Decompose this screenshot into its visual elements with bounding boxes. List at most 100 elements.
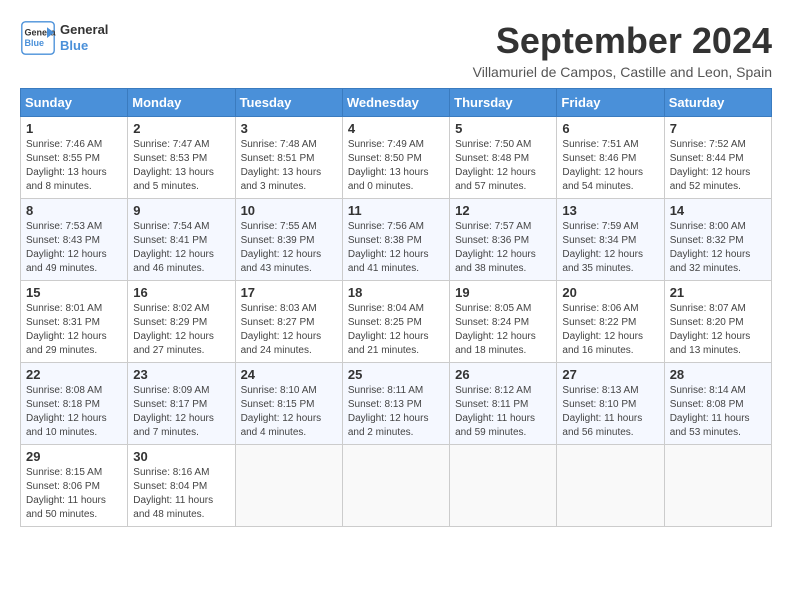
table-row [664, 445, 771, 527]
day-info: Sunrise: 8:16 AM Sunset: 8:04 PM Dayligh… [133, 466, 229, 522]
day-info: Sunrise: 7:50 AM Sunset: 8:48 PM Dayligh… [455, 138, 551, 194]
table-row [450, 445, 557, 527]
logo: General Blue General Blue [20, 20, 108, 56]
day-number: 25 [348, 367, 444, 382]
day-info: Sunrise: 7:52 AM Sunset: 8:44 PM Dayligh… [670, 138, 766, 194]
table-row: 29 Sunrise: 8:15 AM Sunset: 8:06 PM Dayli… [21, 445, 128, 527]
day-number: 4 [348, 121, 444, 136]
calendar-header-row: SundayMondayTuesdayWednesdayThursdayFrid… [21, 89, 772, 117]
day-info: Sunrise: 8:14 AM Sunset: 8:08 PM Dayligh… [670, 384, 766, 440]
calendar-week-5: 29 Sunrise: 8:15 AM Sunset: 8:06 PM Dayli… [21, 445, 772, 527]
table-row: 23 Sunrise: 8:09 AM Sunset: 8:17 PM Dayli… [128, 363, 235, 445]
table-row: 28 Sunrise: 8:14 AM Sunset: 8:08 PM Dayli… [664, 363, 771, 445]
day-number: 27 [562, 367, 658, 382]
table-row: 4 Sunrise: 7:49 AM Sunset: 8:50 PM Daylig… [342, 117, 449, 199]
day-number: 26 [455, 367, 551, 382]
month-title: September 2024 [128, 20, 772, 62]
table-row: 27 Sunrise: 8:13 AM Sunset: 8:10 PM Dayli… [557, 363, 664, 445]
table-row: 30Sunrise: 8:16 AM Sunset: 8:04 PM Dayli… [128, 445, 235, 527]
table-row: 12 Sunrise: 7:57 AM Sunset: 8:36 PM Dayli… [450, 199, 557, 281]
calendar-week-1: 1Sunrise: 7:46 AM Sunset: 8:55 PM Daylig… [21, 117, 772, 199]
table-row: 16 Sunrise: 8:02 AM Sunset: 8:29 PM Dayli… [128, 281, 235, 363]
table-row: 5 Sunrise: 7:50 AM Sunset: 8:48 PM Daylig… [450, 117, 557, 199]
calendar-week-4: 22 Sunrise: 8:08 AM Sunset: 8:18 PM Dayli… [21, 363, 772, 445]
day-number: 8 [26, 203, 122, 218]
day-info: Sunrise: 7:49 AM Sunset: 8:50 PM Dayligh… [348, 138, 444, 194]
day-info: Sunrise: 8:13 AM Sunset: 8:10 PM Dayligh… [562, 384, 658, 440]
day-info: Sunrise: 8:02 AM Sunset: 8:29 PM Dayligh… [133, 302, 229, 358]
subtitle: Villamuriel de Campos, Castille and Leon… [128, 64, 772, 80]
day-number: 5 [455, 121, 551, 136]
day-number: 23 [133, 367, 229, 382]
table-row [235, 445, 342, 527]
column-header-thursday: Thursday [450, 89, 557, 117]
day-number: 6 [562, 121, 658, 136]
day-info: Sunrise: 7:55 AM Sunset: 8:39 PM Dayligh… [241, 220, 337, 276]
logo-text: General Blue [60, 22, 108, 53]
table-row: 25 Sunrise: 8:11 AM Sunset: 8:13 PM Dayli… [342, 363, 449, 445]
day-info: Sunrise: 7:54 AM Sunset: 8:41 PM Dayligh… [133, 220, 229, 276]
day-number: 13 [562, 203, 658, 218]
day-number: 29 [26, 449, 122, 464]
day-info: Sunrise: 8:06 AM Sunset: 8:22 PM Dayligh… [562, 302, 658, 358]
table-row: 26Sunrise: 8:12 AM Sunset: 8:11 PM Dayli… [450, 363, 557, 445]
table-row [557, 445, 664, 527]
day-number: 22 [26, 367, 122, 382]
day-number: 19 [455, 285, 551, 300]
table-row: 22 Sunrise: 8:08 AM Sunset: 8:18 PM Dayli… [21, 363, 128, 445]
day-number: 11 [348, 203, 444, 218]
table-row: 21Sunrise: 8:07 AM Sunset: 8:20 PM Dayli… [664, 281, 771, 363]
day-number: 2 [133, 121, 229, 136]
column-header-tuesday: Tuesday [235, 89, 342, 117]
column-header-monday: Monday [128, 89, 235, 117]
day-info: Sunrise: 8:08 AM Sunset: 8:18 PM Dayligh… [26, 384, 122, 440]
table-row: 17Sunrise: 8:03 AM Sunset: 8:27 PM Dayli… [235, 281, 342, 363]
title-area: September 2024 Villamuriel de Campos, Ca… [128, 20, 772, 80]
day-info: Sunrise: 7:59 AM Sunset: 8:34 PM Dayligh… [562, 220, 658, 276]
day-number: 12 [455, 203, 551, 218]
day-info: Sunrise: 8:15 AM Sunset: 8:06 PM Dayligh… [26, 466, 122, 522]
table-row: 20 Sunrise: 8:06 AM Sunset: 8:22 PM Dayli… [557, 281, 664, 363]
day-info: Sunrise: 8:04 AM Sunset: 8:25 PM Dayligh… [348, 302, 444, 358]
day-number: 15 [26, 285, 122, 300]
day-info: Sunrise: 8:11 AM Sunset: 8:13 PM Dayligh… [348, 384, 444, 440]
table-row: 15 Sunrise: 8:01 AM Sunset: 8:31 PM Dayli… [21, 281, 128, 363]
table-row: 2Sunrise: 7:47 AM Sunset: 8:53 PM Daylig… [128, 117, 235, 199]
day-info: Sunrise: 7:53 AM Sunset: 8:43 PM Dayligh… [26, 220, 122, 276]
column-header-saturday: Saturday [664, 89, 771, 117]
table-row: 7 Sunrise: 7:52 AM Sunset: 8:44 PM Daylig… [664, 117, 771, 199]
day-number: 20 [562, 285, 658, 300]
day-info: Sunrise: 8:00 AM Sunset: 8:32 PM Dayligh… [670, 220, 766, 276]
day-info: Sunrise: 8:05 AM Sunset: 8:24 PM Dayligh… [455, 302, 551, 358]
day-number: 21 [670, 285, 766, 300]
day-number: 9 [133, 203, 229, 218]
day-number: 7 [670, 121, 766, 136]
day-info: Sunrise: 8:01 AM Sunset: 8:31 PM Dayligh… [26, 302, 122, 358]
table-row: 19 Sunrise: 8:05 AM Sunset: 8:24 PM Dayli… [450, 281, 557, 363]
calendar-week-2: 8 Sunrise: 7:53 AM Sunset: 8:43 PM Daylig… [21, 199, 772, 281]
table-row: 18Sunrise: 8:04 AM Sunset: 8:25 PM Dayli… [342, 281, 449, 363]
day-number: 3 [241, 121, 337, 136]
header: General Blue General Blue September 2024… [20, 20, 772, 80]
day-number: 17 [241, 285, 337, 300]
day-info: Sunrise: 7:57 AM Sunset: 8:36 PM Dayligh… [455, 220, 551, 276]
calendar-week-3: 15 Sunrise: 8:01 AM Sunset: 8:31 PM Dayli… [21, 281, 772, 363]
day-info: Sunrise: 7:51 AM Sunset: 8:46 PM Dayligh… [562, 138, 658, 194]
table-row: 24 Sunrise: 8:10 AM Sunset: 8:15 PM Dayli… [235, 363, 342, 445]
day-number: 24 [241, 367, 337, 382]
table-row: 11 Sunrise: 7:56 AM Sunset: 8:38 PM Dayli… [342, 199, 449, 281]
day-number: 28 [670, 367, 766, 382]
day-info: Sunrise: 7:48 AM Sunset: 8:51 PM Dayligh… [241, 138, 337, 194]
svg-text:Blue: Blue [25, 38, 45, 48]
day-info: Sunrise: 8:10 AM Sunset: 8:15 PM Dayligh… [241, 384, 337, 440]
column-header-friday: Friday [557, 89, 664, 117]
day-number: 16 [133, 285, 229, 300]
day-number: 10 [241, 203, 337, 218]
table-row: 9 Sunrise: 7:54 AM Sunset: 8:41 PM Daylig… [128, 199, 235, 281]
table-row: 6 Sunrise: 7:51 AM Sunset: 8:46 PM Daylig… [557, 117, 664, 199]
table-row: 13 Sunrise: 7:59 AM Sunset: 8:34 PM Dayli… [557, 199, 664, 281]
table-row: 1Sunrise: 7:46 AM Sunset: 8:55 PM Daylig… [21, 117, 128, 199]
day-info: Sunrise: 7:56 AM Sunset: 8:38 PM Dayligh… [348, 220, 444, 276]
day-info: Sunrise: 8:09 AM Sunset: 8:17 PM Dayligh… [133, 384, 229, 440]
column-header-sunday: Sunday [21, 89, 128, 117]
